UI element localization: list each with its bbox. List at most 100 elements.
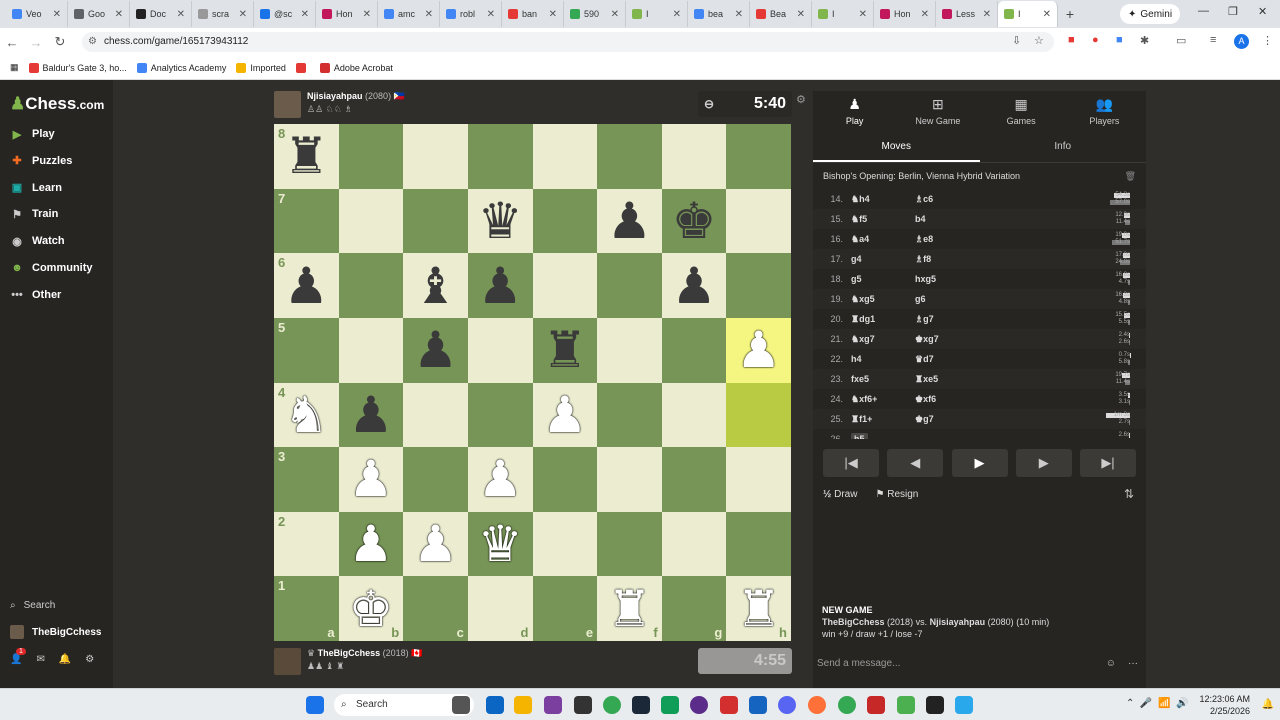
browser-tab[interactable]: Doc ✕ — [130, 1, 192, 27]
tab-play[interactable]: ♟ Play — [813, 91, 896, 131]
browser-tab[interactable]: Bea ✕ — [750, 1, 812, 27]
chat-input[interactable]: Send a message... ☺ ··· — [813, 654, 1146, 682]
square-d6[interactable]: ♟ — [467, 253, 533, 318]
app-icon[interactable] — [486, 696, 504, 714]
square-b1[interactable]: b ♚ — [338, 576, 404, 641]
flip-board-icon[interactable]: ⇅ — [1124, 487, 1134, 501]
chess-board[interactable]: 8 ♜ 7 ♛ ♟ ♚ 6 ♟ ♝ ♟ ♟ 5 ♟ ♜ ♟ 4 ♞ ♟ ♟ 3 ♟ ♟ 2 ♟ ♟ ♛ 1 a b ♚ c d e f ♜ g h ♜ — [274, 124, 791, 641]
square-f2[interactable] — [597, 511, 662, 577]
extensions-icon[interactable]: ✱ — [1140, 34, 1149, 47]
black-pawn-icon[interactable]: ♟ — [478, 261, 523, 311]
app-icon[interactable] — [749, 696, 767, 714]
sidebar-item-learn[interactable]: ▣ Learn — [10, 181, 62, 195]
square-b2[interactable]: ♟ — [338, 511, 404, 577]
gemini-button[interactable]: ✦ Gemini — [1120, 4, 1181, 24]
white-move[interactable]: ♞h4 — [851, 194, 915, 205]
opponent-avatar[interactable] — [274, 91, 301, 118]
player-name[interactable]: ♛ TheBigCchess (2018) 🇨🇦 — [307, 648, 422, 659]
square-f1[interactable]: f ♜ — [597, 576, 662, 641]
sidebar-item-train[interactable]: ⚑ Train — [10, 207, 58, 221]
black-pawn-icon[interactable]: ♟ — [284, 261, 329, 311]
bookmark-item[interactable]: Baldur's Gate 3, ho... — [28, 62, 127, 73]
sidebar-item-puzzles[interactable]: ✚ Puzzles — [10, 154, 72, 168]
browser-tab[interactable]: @sc ✕ — [254, 1, 316, 27]
square-g4[interactable] — [661, 382, 727, 448]
black-pawn-icon[interactable]: ♟ — [349, 390, 394, 440]
discord-icon[interactable] — [778, 696, 796, 714]
square-e1[interactable]: e — [532, 576, 598, 641]
close-tab-icon[interactable]: ✕ — [1043, 9, 1051, 20]
black-pawn-icon[interactable]: ♟ — [672, 261, 717, 311]
square-c4[interactable] — [403, 382, 468, 448]
square-h2[interactable] — [726, 511, 791, 577]
white-move[interactable]: ♜f1+ — [851, 414, 915, 425]
square-g6[interactable]: ♟ — [661, 253, 727, 318]
square-a3[interactable]: 3 — [274, 447, 339, 512]
close-tab-icon[interactable]: ✕ — [115, 9, 123, 20]
trash-icon[interactable]: 🗑 — [1125, 171, 1136, 182]
white-move[interactable]: g5 — [851, 274, 915, 284]
close-tab-icon[interactable]: ✕ — [53, 9, 61, 20]
white-pawn-icon[interactable]: ♟ — [413, 519, 458, 569]
apps-icon[interactable]: ▦ — [10, 62, 19, 73]
browser-tab[interactable]: Less ✕ — [936, 1, 998, 27]
square-g3[interactable] — [661, 447, 727, 512]
white-rook-icon[interactable]: ♜ — [607, 584, 652, 634]
black-move[interactable]: ♜xe5 — [915, 374, 1015, 385]
close-tab-icon[interactable]: ✕ — [549, 9, 557, 20]
media-icon[interactable]: ≡ — [1210, 34, 1216, 46]
square-d5[interactable] — [467, 317, 533, 383]
player-avatar[interactable] — [274, 648, 301, 675]
browser-tab[interactable]: Hon ✕ — [874, 1, 936, 27]
friends-icon[interactable]: 👤 1 — [10, 648, 26, 665]
square-h7[interactable] — [726, 188, 791, 254]
square-f8[interactable] — [597, 124, 662, 189]
square-d1[interactable]: d — [467, 576, 533, 641]
system-clock[interactable]: 12:23:06 AM 2/25/2026 — [1199, 693, 1250, 717]
black-move[interactable]: ♗c6 — [915, 194, 1015, 205]
square-c5[interactable]: ♟ — [403, 317, 468, 383]
restore-icon[interactable]: ❐ — [1228, 5, 1238, 18]
telegram-icon[interactable] — [955, 696, 973, 714]
board-settings-icon[interactable]: ⚙ — [796, 93, 806, 106]
black-move[interactable]: g6 — [915, 294, 1015, 304]
white-move[interactable]: ♞a4 — [851, 234, 915, 245]
close-window-icon[interactable]: ✕ — [1258, 5, 1267, 18]
square-f3[interactable] — [597, 447, 662, 512]
black-rook-icon[interactable]: ♜ — [284, 131, 329, 181]
last-move-button[interactable]: ▶| — [1080, 449, 1136, 477]
close-tab-icon[interactable]: ✕ — [735, 9, 743, 20]
square-c6[interactable]: ♝ — [403, 253, 468, 318]
white-pawn-icon[interactable]: ♟ — [349, 519, 394, 569]
black-move[interactable]: ♚xg7 — [915, 334, 1015, 345]
black-move[interactable]: b4 — [915, 214, 1015, 224]
menu-icon[interactable]: ⋮ — [1262, 34, 1273, 47]
square-g8[interactable] — [661, 124, 727, 189]
resign-button[interactable]: ⚑ Resign — [875, 489, 918, 500]
white-move[interactable]: ♞xg5 — [851, 294, 915, 305]
black-move[interactable]: ♛d7 — [915, 354, 1015, 365]
windows-start-icon[interactable] — [306, 696, 324, 714]
square-b3[interactable]: ♟ — [338, 447, 404, 512]
square-a4[interactable]: 4 ♞ — [274, 382, 339, 448]
close-tab-icon[interactable]: ✕ — [983, 9, 991, 20]
close-tab-icon[interactable]: ✕ — [859, 9, 867, 20]
app-icon[interactable] — [452, 696, 470, 714]
white-move[interactable]: ♞f5 — [851, 214, 915, 225]
bookmark-item[interactable]: Analytics Academy — [136, 62, 226, 73]
browser-tab[interactable]: Veo ✕ — [6, 1, 68, 27]
sidepanel-icon[interactable]: ▭ — [1176, 34, 1186, 47]
square-c3[interactable] — [403, 447, 468, 512]
black-move[interactable]: ♗f8 — [915, 254, 1015, 265]
close-tab-icon[interactable]: ✕ — [177, 9, 185, 20]
bookmark-item[interactable] — [295, 62, 310, 73]
square-g2[interactable] — [661, 511, 727, 577]
square-a1[interactable]: 1a — [274, 576, 339, 641]
square-d2[interactable]: ♛ — [467, 511, 533, 577]
first-move-button[interactable]: |◀ — [823, 449, 879, 477]
white-move[interactable]: ♜dg1 — [851, 314, 915, 325]
steam-icon[interactable] — [632, 696, 650, 714]
more-options-icon[interactable]: ··· — [1128, 654, 1138, 674]
white-queen-icon[interactable]: ♛ — [478, 519, 523, 569]
square-d7[interactable]: ♛ — [467, 188, 533, 254]
